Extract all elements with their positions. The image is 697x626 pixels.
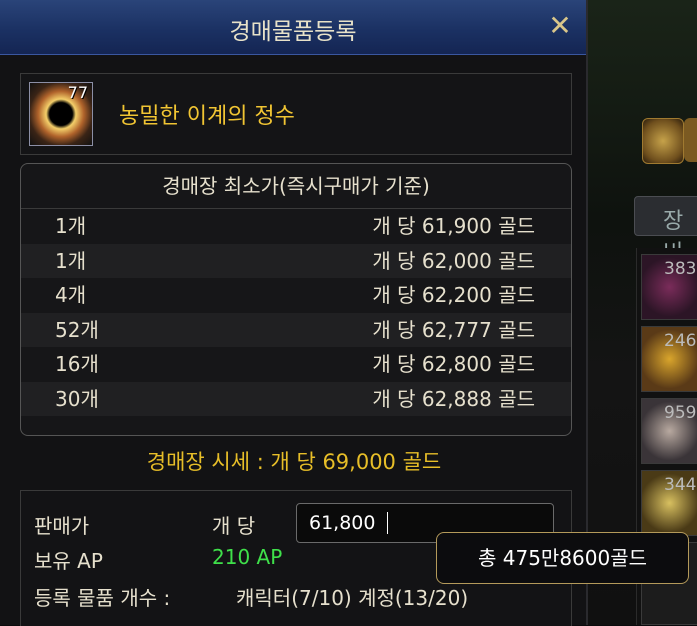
row-price: 개 당 62,000 골드: [372, 248, 535, 273]
row-price: 개 당 61,900 골드: [372, 214, 535, 238]
row-price: 개 당 62,200 골드: [372, 283, 535, 307]
sell-price-value: 61,800: [309, 512, 376, 534]
close-button[interactable]: ✕: [545, 12, 575, 42]
register-count-value: 캐릭터(7/10) 계정(13/20): [236, 586, 469, 610]
sell-price-label: 판매가: [34, 514, 90, 538]
table-row[interactable]: 30개 개 당 62,888 골드: [21, 381, 571, 416]
market-price-text: 경매장 시세 : 개 당 69,000 골드: [146, 450, 442, 474]
item-name: 농밀한 이계의 정수: [119, 104, 295, 129]
row-price: 개 당 62,800 골드: [372, 352, 535, 376]
total-price-tooltip: 총 475만8600골드: [436, 532, 689, 584]
register-count-label: 등록 물품 개수 :: [34, 586, 171, 610]
row-qty: 30개: [55, 386, 99, 411]
ap-label: 보유 AP: [34, 549, 103, 573]
per-unit-label: 개 당: [212, 514, 256, 538]
tab-equipment[interactable]: 장비: [634, 196, 697, 266]
window-titlebar[interactable]: 경매물품등록 ✕: [0, 0, 586, 55]
row-price: 개 당 62,777 골드: [372, 317, 535, 342]
row-qty: 1개: [55, 214, 87, 238]
table-row[interactable]: 16개 개 당 62,800 골드: [21, 347, 571, 382]
row-qty: 4개: [55, 283, 87, 307]
lowest-price-table: 경매장 최소가(즉시구매가 기준) 1개 개 당 61,900 골드 1개 개 당 …: [20, 163, 572, 436]
inventory-slot[interactable]: 246: [641, 326, 697, 392]
table-row[interactable]: 52개 개 당 62,777 골드: [21, 312, 571, 347]
emblem-secondary-icon[interactable]: [684, 118, 697, 162]
row-qty: 1개: [55, 248, 87, 273]
window-title: 경매물품등록: [229, 19, 357, 45]
item-panel: 77 농밀한 이계의 정수: [20, 73, 572, 155]
inventory-slot[interactable]: 383: [641, 254, 697, 320]
item-count: 77: [67, 83, 88, 102]
row-price: 개 당 62,888 골드: [372, 386, 535, 411]
text-caret: [387, 512, 388, 534]
row-qty: 52개: [55, 317, 99, 342]
ap-value: 210 AP: [212, 545, 283, 569]
table-row[interactable]: 4개 개 당 62,200 골드: [21, 278, 571, 313]
dark-essence-icon[interactable]: 77: [29, 82, 93, 146]
inventory-slot[interactable]: 959: [641, 398, 697, 464]
price-table-header: 경매장 최소가(즉시구매가 기준): [21, 164, 571, 209]
inventory-slot[interactable]: 344: [641, 470, 697, 536]
row-qty: 16개: [55, 352, 99, 376]
table-row[interactable]: 1개 개 당 61,900 골드: [21, 209, 571, 244]
table-row[interactable]: 1개 개 당 62,000 골드: [21, 243, 571, 278]
emblem-icon[interactable]: [642, 118, 684, 164]
